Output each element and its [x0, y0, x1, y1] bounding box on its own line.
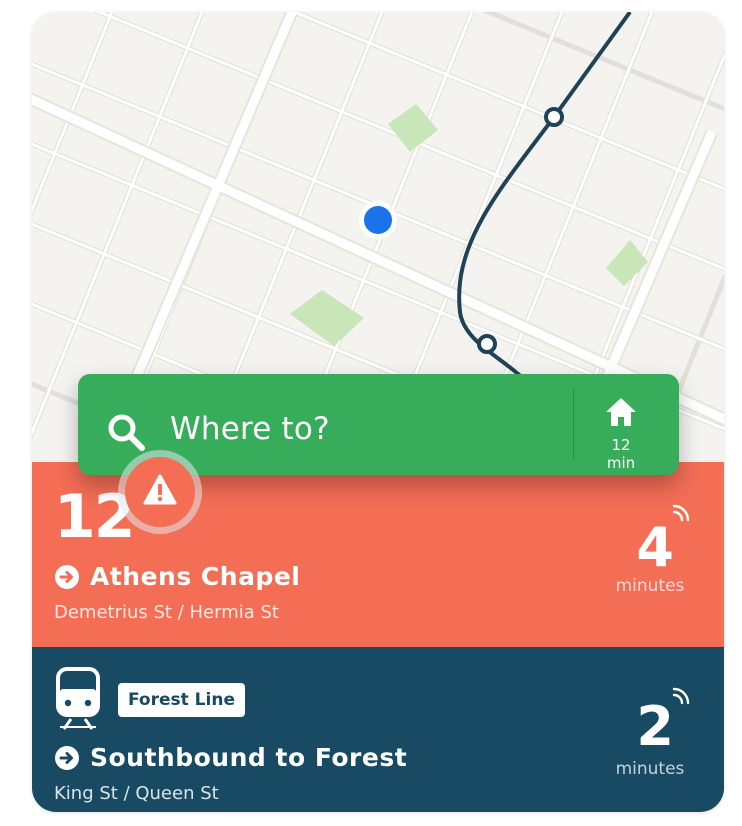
line-badge: Forest Line	[118, 683, 245, 717]
destination-row: Athens Chapel	[54, 562, 300, 591]
departure-card-train[interactable]: Forest Line Southbound to Forest King St…	[32, 647, 724, 812]
search-divider	[573, 388, 574, 460]
arrow-right-icon	[55, 745, 79, 770]
destination-name: Southbound to Forest	[90, 743, 408, 772]
departure-card-bus[interactable]: 12 Athens Chapel Demetrius St / Hermia S…	[32, 450, 724, 647]
alert-icon	[143, 474, 177, 505]
home-eta: 12 min	[606, 436, 636, 472]
destination-row: Southbound to Forest	[54, 743, 407, 772]
search-placeholder[interactable]: Where to?	[170, 406, 330, 452]
minutes-label: minutes	[615, 759, 685, 779]
arrow-right-icon	[55, 564, 79, 589]
minutes-until-departure: 2	[636, 695, 674, 758]
transit-stop[interactable]	[544, 107, 564, 127]
minutes-label: minutes	[615, 576, 685, 596]
user-location-dot[interactable]	[364, 206, 392, 234]
home-icon	[606, 398, 636, 426]
minutes-until-departure: 4	[636, 516, 674, 579]
search-icon	[108, 414, 145, 451]
stop-name: King St / Queen St	[54, 783, 219, 804]
transit-stop[interactable]	[477, 334, 497, 354]
tram-icon	[56, 667, 100, 730]
stop-name: Demetrius St / Hermia St	[54, 602, 279, 623]
alert-badge[interactable]	[118, 450, 202, 534]
destination-name: Athens Chapel	[90, 562, 301, 591]
